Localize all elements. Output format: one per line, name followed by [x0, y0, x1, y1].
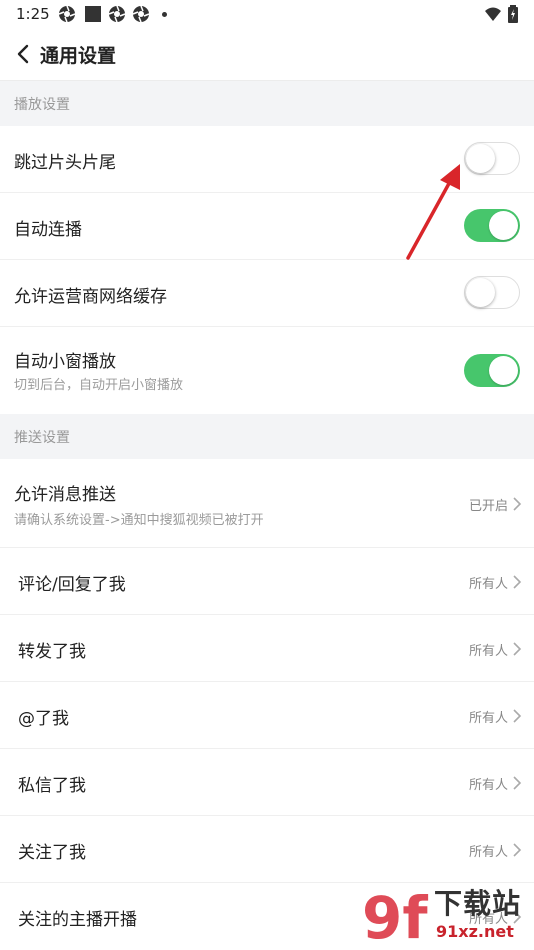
- chevron-right-icon: [513, 497, 522, 511]
- setting-row-followed-me[interactable]: 关注了我 所有人: [0, 816, 534, 883]
- toggle-knob: [489, 211, 518, 240]
- setting-row-allow-push[interactable]: 允许消息推送 请确认系统设置->通知中搜狐视频已被打开 已开启: [0, 459, 534, 548]
- toggle-knob: [489, 356, 518, 385]
- section-title: 播放设置: [14, 97, 70, 113]
- aperture-icon: [132, 5, 150, 23]
- mini-window-toggle[interactable]: [464, 354, 520, 387]
- setting-row-mini-window[interactable]: 自动小窗播放 切到后台，自动开启小窗播放: [0, 327, 534, 414]
- watermark-logo-text: 9f: [362, 884, 428, 946]
- chevron-right-icon: [513, 642, 522, 656]
- section-title: 推送设置: [14, 430, 70, 446]
- battery-icon: [508, 5, 518, 23]
- back-arrow-icon[interactable]: [12, 42, 36, 66]
- watermark: 9f 下载站 91xz.net: [356, 878, 534, 950]
- navigation-bar: 通用设置: [0, 28, 534, 81]
- setting-row-repost[interactable]: 转发了我 所有人: [0, 615, 534, 682]
- setting-label: 评论/回复了我: [18, 575, 126, 595]
- aperture-icon: [58, 5, 76, 23]
- chevron-right-icon: [513, 575, 522, 589]
- section-header-playback: 播放设置: [0, 81, 534, 126]
- setting-label: 自动小窗播放: [14, 352, 116, 372]
- mobile-network-cache-toggle[interactable]: [464, 276, 520, 309]
- setting-label: 关注了我: [18, 843, 86, 863]
- chevron-right-icon: [513, 709, 522, 723]
- setting-value: 所有人: [468, 644, 508, 659]
- setting-value: 已开启: [468, 499, 508, 514]
- autoplay-next-toggle[interactable]: [464, 209, 520, 242]
- setting-value: 所有人: [468, 577, 508, 592]
- section-header-push: 推送设置: [0, 414, 534, 459]
- setting-label: 私信了我: [18, 776, 86, 796]
- status-time: 1:25: [16, 5, 50, 23]
- watermark-logo-icon: 9f: [362, 884, 428, 946]
- notification-dot: [162, 12, 167, 17]
- page-title: 通用设置: [40, 45, 117, 67]
- square-icon: [85, 6, 101, 22]
- setting-row-comment-reply[interactable]: 评论/回复了我 所有人: [0, 548, 534, 615]
- setting-row-mobile-network-cache[interactable]: 允许运营商网络缓存: [0, 260, 534, 327]
- toggle-knob: [466, 144, 495, 173]
- setting-row-private-message[interactable]: 私信了我 所有人: [0, 749, 534, 816]
- chevron-right-icon: [513, 843, 522, 857]
- setting-label: 跳过片头片尾: [14, 153, 116, 173]
- setting-label: 允许运营商网络缓存: [14, 287, 167, 307]
- setting-label: @了我: [18, 709, 69, 729]
- annotation-arrow-icon: [406, 164, 460, 260]
- chevron-right-icon: [513, 776, 522, 790]
- toggle-knob: [466, 278, 495, 307]
- screen: 1:25 通用设置 播放设置 跳过片头片尾 自动连播 允许运营商网络缓存 自动小…: [0, 0, 534, 950]
- setting-value: 所有人: [468, 778, 508, 793]
- setting-value: 所有人: [468, 845, 508, 860]
- setting-label: 关注的主播开播: [18, 910, 137, 930]
- aperture-icon: [108, 5, 126, 23]
- wifi-icon: [485, 7, 501, 21]
- status-bar: 1:25: [0, 0, 534, 28]
- setting-subtitle: 请确认系统设置->通知中搜狐视频已被打开: [14, 513, 264, 528]
- setting-row-mention[interactable]: @了我 所有人: [0, 682, 534, 749]
- setting-subtitle: 切到后台，自动开启小窗播放: [14, 378, 184, 393]
- setting-value: 所有人: [468, 711, 508, 726]
- setting-label: 允许消息推送: [14, 485, 116, 505]
- setting-label: 自动连播: [14, 220, 82, 240]
- watermark-url: 91xz.net: [436, 922, 514, 941]
- setting-label: 转发了我: [18, 642, 86, 662]
- watermark-text: 下载站: [434, 887, 522, 920]
- skip-intro-outro-toggle[interactable]: [464, 142, 520, 175]
